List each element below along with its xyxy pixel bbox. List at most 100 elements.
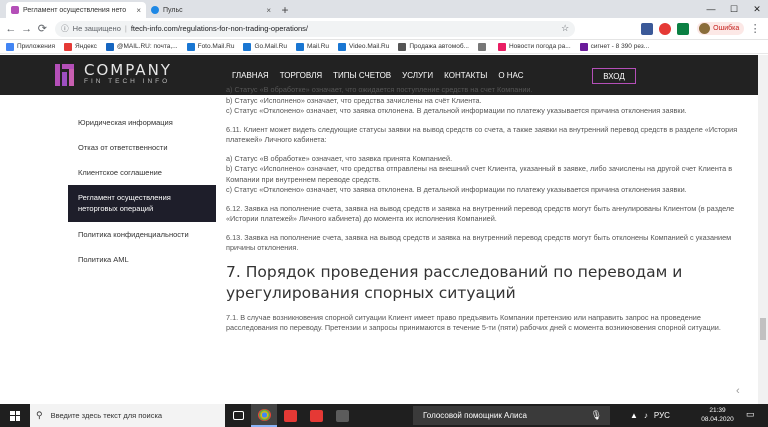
new-tab-button[interactable]: + xyxy=(276,2,294,18)
bookmark-icon xyxy=(477,42,486,51)
clock[interactable]: 21:39 08.04.2020 xyxy=(695,407,740,424)
url-text[interactable]: ftech-info.com/regulations-for-non-tradi… xyxy=(131,24,308,33)
bookmarks-bar: Приложения Яндекс @MAIL.RU: почта,... Foto.… xyxy=(0,40,768,54)
bookmark-label: Video.Mail.Ru xyxy=(349,43,390,50)
profile-button[interactable]: Ошибка xyxy=(697,22,745,35)
bookmark-icon xyxy=(243,42,252,51)
paragraph-6-13: 6.13. Заявка на пополнение счета, заявка… xyxy=(226,232,732,253)
bookmark-label: Приложения xyxy=(17,43,56,50)
network-icon[interactable]: ▲ xyxy=(630,411,638,420)
bookmark-item[interactable]: Video.Mail.Ru xyxy=(338,42,390,51)
paragraph-withdrawal-statuses: а) Статус «В обработке» означает, что за… xyxy=(226,153,733,195)
profile-status: Ошибка xyxy=(713,25,740,32)
extension-icons xyxy=(635,22,690,35)
avatar xyxy=(699,23,711,34)
microphone-icon[interactable]: 🎙 xyxy=(591,410,602,421)
feedback-icon[interactable]: ‹ xyxy=(736,385,740,397)
bookmark-icon xyxy=(105,42,114,51)
volume-icon[interactable]: ♪ xyxy=(644,411,648,420)
menu-icon[interactable]: ⋮ xyxy=(748,21,762,37)
tab-title: Пульс xyxy=(163,6,183,14)
windows-logo-icon xyxy=(10,410,20,421)
tab-pulse[interactable]: Пульс × xyxy=(146,2,276,18)
extension-icon[interactable] xyxy=(677,22,690,35)
bookmark-label: Mail.Ru xyxy=(306,43,330,50)
bookmark-item[interactable]: Mail.Ru xyxy=(295,42,330,51)
logo-subtitle: FIN TECH INFO xyxy=(84,78,171,85)
bookmark-icon xyxy=(64,42,73,51)
taskbar-app[interactable] xyxy=(277,404,303,427)
taskbar-app[interactable] xyxy=(303,404,329,427)
site-favicon-icon xyxy=(11,6,19,14)
sidebar-item-privacy[interactable]: Политика конфиденциальности xyxy=(68,222,216,247)
bookmark-item[interactable]: Go.Mail.Ru xyxy=(243,42,287,51)
nav-item-about[interactable]: О нас xyxy=(498,71,523,80)
bookmark-item[interactable] xyxy=(477,42,489,51)
sidebar-item-non-trading[interactable]: Регламент осуществления неторговых опера… xyxy=(68,185,216,222)
page-scrollbar[interactable] xyxy=(758,55,768,404)
nav-item-services[interactable]: Услуги xyxy=(402,71,433,80)
forward-button[interactable]: → xyxy=(20,21,34,37)
nav-item-contacts[interactable]: Контакты xyxy=(444,71,487,80)
bookmark-label: Яндекс xyxy=(75,43,97,50)
sidebar-item-aml[interactable]: Политика AML xyxy=(68,247,216,272)
section-heading: 7. Порядок проведения расследований по п… xyxy=(226,262,683,302)
sidebar-item-legal[interactable]: Юридическая информация xyxy=(68,110,216,135)
bookmark-item[interactable]: Приложения xyxy=(6,42,56,51)
bookmark-label: @MAIL.RU: почта,... xyxy=(116,43,178,50)
clock-date: 08.04.2020 xyxy=(701,415,734,423)
company-logo[interactable]: COMPANY FIN TECH INFO xyxy=(55,63,172,86)
bookmark-item[interactable]: Новости погода ра... xyxy=(497,42,571,51)
bookmark-item[interactable]: @MAIL.RU: почта,... xyxy=(105,42,178,51)
tab-regulations[interactable]: Регламент осуществления нето × xyxy=(6,2,146,18)
bookmark-label: Foto.Mail.Ru xyxy=(197,43,235,50)
screen: Регламент осуществления нето × Пульс × +… xyxy=(0,0,768,427)
reload-button[interactable]: ⟳ xyxy=(35,21,49,37)
language-indicator[interactable]: РУС xyxy=(654,411,670,420)
sidebar-item-client-agreement[interactable]: Клиентское соглашение xyxy=(68,160,216,185)
taskbar-app[interactable] xyxy=(329,404,355,427)
security-status: Не защищено xyxy=(72,24,121,33)
clock-time: 21:39 xyxy=(709,407,726,414)
window-close-button[interactable]: ✕ xyxy=(746,0,768,18)
paragraph-6-11: 6.11. Клиент может видеть следующие стат… xyxy=(226,124,738,145)
bookmark-star-icon[interactable]: ☆ xyxy=(561,23,569,34)
tab-close-icon[interactable]: × xyxy=(266,6,271,15)
sidebar-item-disclaimer[interactable]: Отказ от ответственности xyxy=(68,135,216,160)
bookmark-icon xyxy=(398,42,407,51)
notifications-icon[interactable]: ▭ xyxy=(746,409,755,420)
info-icon[interactable]: ⓘ xyxy=(61,23,69,34)
address-bar[interactable]: ⓘ Не защищено | ftech-info.com/regulatio… xyxy=(55,20,576,37)
search-icon: ⚲ xyxy=(36,410,43,420)
adblock-icon[interactable] xyxy=(659,22,672,35)
article-content: а) Статус «В обработке» означает, что ож… xyxy=(226,85,746,342)
app-icon xyxy=(283,409,297,422)
bookmark-item[interactable]: Продажа автомоб... xyxy=(398,42,469,51)
bookmark-icon xyxy=(579,42,588,51)
voice-assistant-box[interactable]: Голосовой помощник Алиса 🎙 xyxy=(413,406,610,425)
bookmark-icon xyxy=(497,42,506,51)
tab-close-icon[interactable]: × xyxy=(136,6,141,15)
task-view-button[interactable] xyxy=(225,404,251,427)
bookmark-icon xyxy=(6,42,14,51)
back-button[interactable]: ← xyxy=(4,21,18,37)
nav-item-trading[interactable]: Торговля xyxy=(280,71,322,80)
nav-item-home[interactable]: Главная xyxy=(232,71,269,80)
start-button[interactable] xyxy=(0,404,30,427)
taskbar-search[interactable]: ⚲ Введите здесь текст для поиска xyxy=(30,404,225,427)
app-icon xyxy=(335,409,349,422)
maximize-button[interactable]: ☐ xyxy=(723,0,745,18)
bookmark-item[interactable]: Яндекс xyxy=(64,42,97,51)
bookmark-item[interactable]: сигнет - 8 390 рез... xyxy=(579,42,649,51)
extension-icon[interactable] xyxy=(641,22,654,35)
scrollbar-thumb[interactable] xyxy=(760,318,766,340)
bookmark-item[interactable]: Foto.Mail.Ru xyxy=(186,42,235,51)
login-button[interactable]: ВХОД xyxy=(592,68,636,84)
taskbar-chrome[interactable] xyxy=(251,404,277,427)
search-placeholder: Введите здесь текст для поиска xyxy=(50,411,163,420)
bookmark-icon xyxy=(186,42,195,51)
logo-mark-icon xyxy=(55,63,79,86)
nav-item-account-types[interactable]: Типы счетов xyxy=(333,71,391,80)
minimize-button[interactable]: — xyxy=(700,0,722,18)
address-separator: | xyxy=(124,24,127,33)
